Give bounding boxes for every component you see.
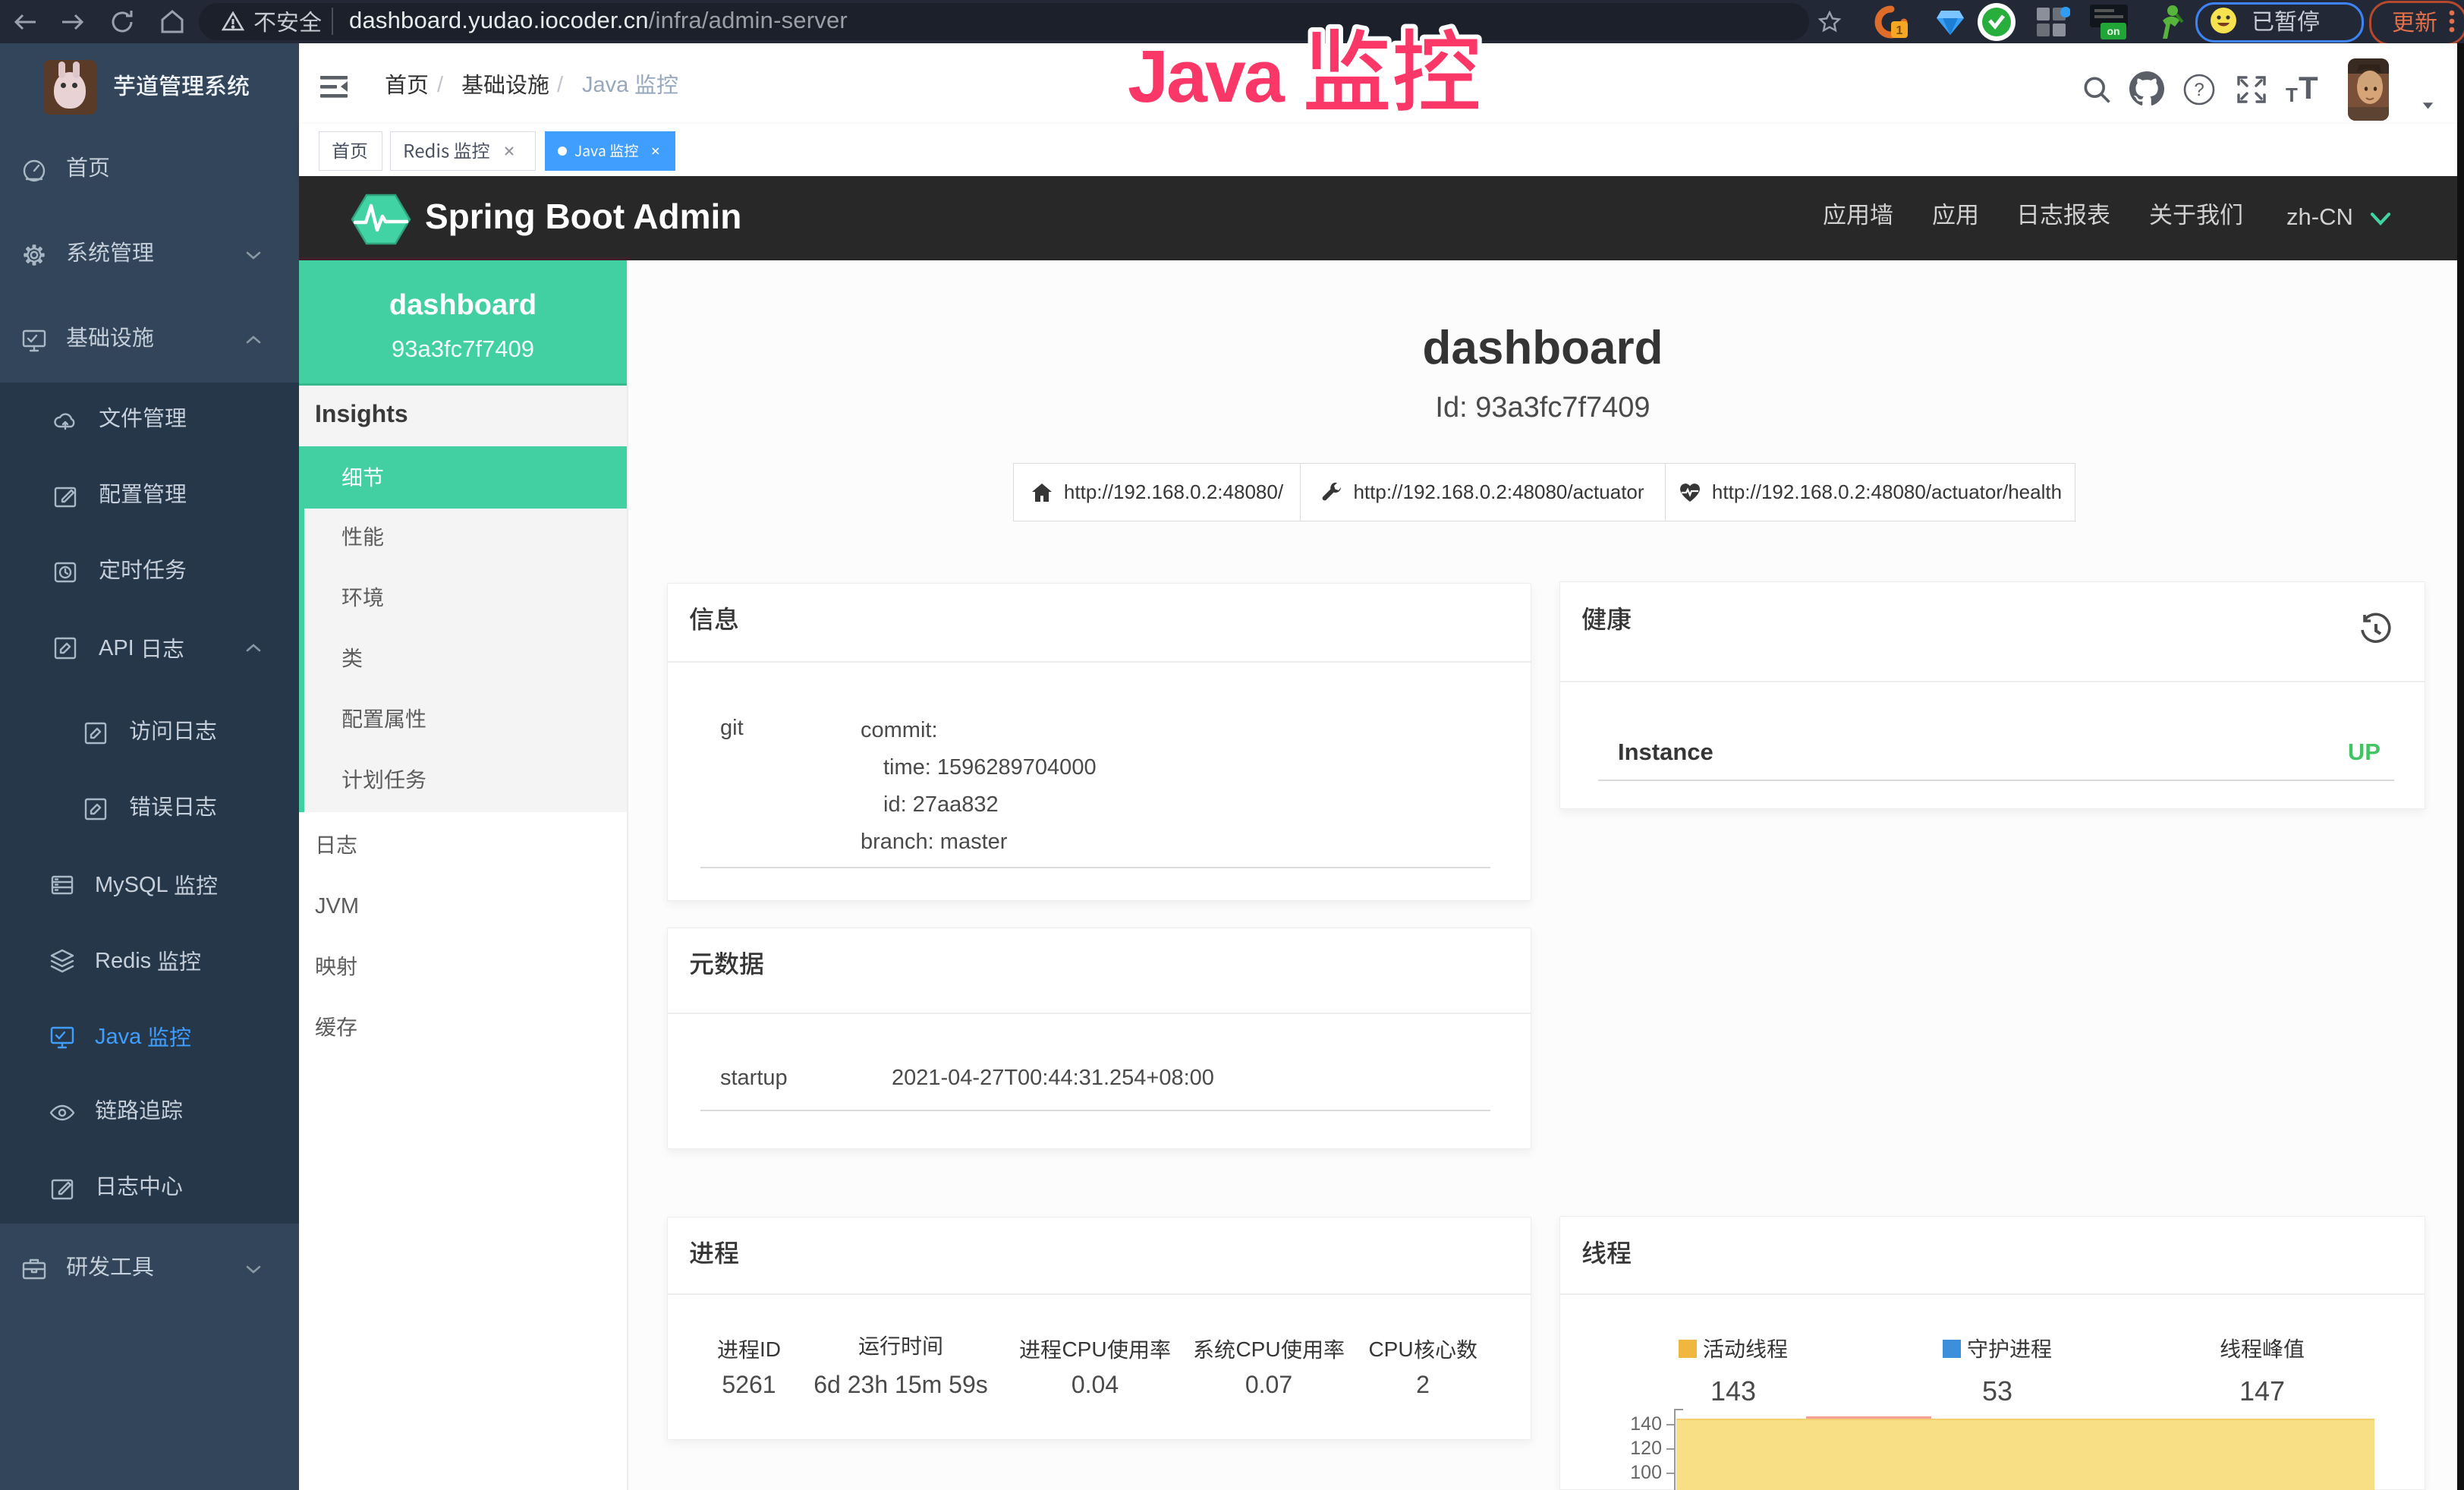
- svg-text:on: on: [2107, 25, 2119, 37]
- svg-text:1: 1: [1896, 24, 1903, 37]
- svg-text:?: ?: [2194, 80, 2204, 100]
